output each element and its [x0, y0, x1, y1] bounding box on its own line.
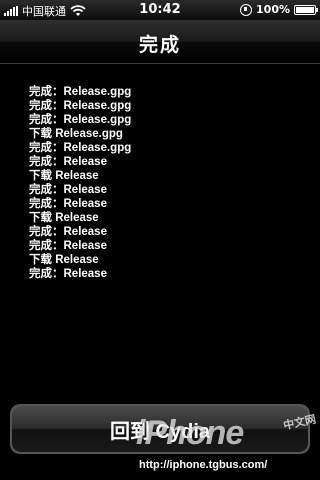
status-right: 100%: [240, 3, 318, 16]
log-line: 完成：Release.gpg: [29, 142, 132, 154]
battery-level: [296, 6, 314, 13]
status-bar: 中国联通 10:42 100%: [0, 0, 320, 20]
log-line: 完成：Release: [29, 198, 107, 210]
navigation-bar: 完成: [0, 20, 320, 64]
log-line: 下载 Release: [29, 212, 99, 224]
log-line: 完成：Release: [29, 156, 107, 168]
battery-percent: 100%: [256, 3, 290, 16]
log-line: 完成：Release.gpg: [29, 86, 132, 98]
rotation-lock-icon: [240, 3, 253, 16]
return-button-frame: 回到 Cydia: [10, 404, 310, 454]
log-line: 完成：Release.gpg: [29, 100, 132, 112]
page-title: 完成: [138, 34, 181, 56]
return-to-cydia-button[interactable]: 回到 Cydia: [12, 406, 308, 452]
log-line: 完成：Release: [29, 226, 107, 238]
log-line: 下载 Release: [29, 254, 99, 266]
log-line: 完成：Release: [29, 240, 107, 252]
log-line: 完成：Release: [29, 268, 107, 280]
log-line: 完成：Release.gpg: [29, 114, 132, 126]
log-line: 下载 Release.gpg: [29, 128, 123, 140]
log-line: 下载 Release: [29, 170, 99, 182]
log-line: 完成：Release: [29, 184, 107, 196]
battery-icon: [294, 4, 318, 15]
watermark-url: http://iphone.tgbus.com/: [136, 458, 271, 472]
progress-log: 完成：Release.gpg 完成：Release.gpg 完成：Release.g…: [29, 85, 299, 281]
